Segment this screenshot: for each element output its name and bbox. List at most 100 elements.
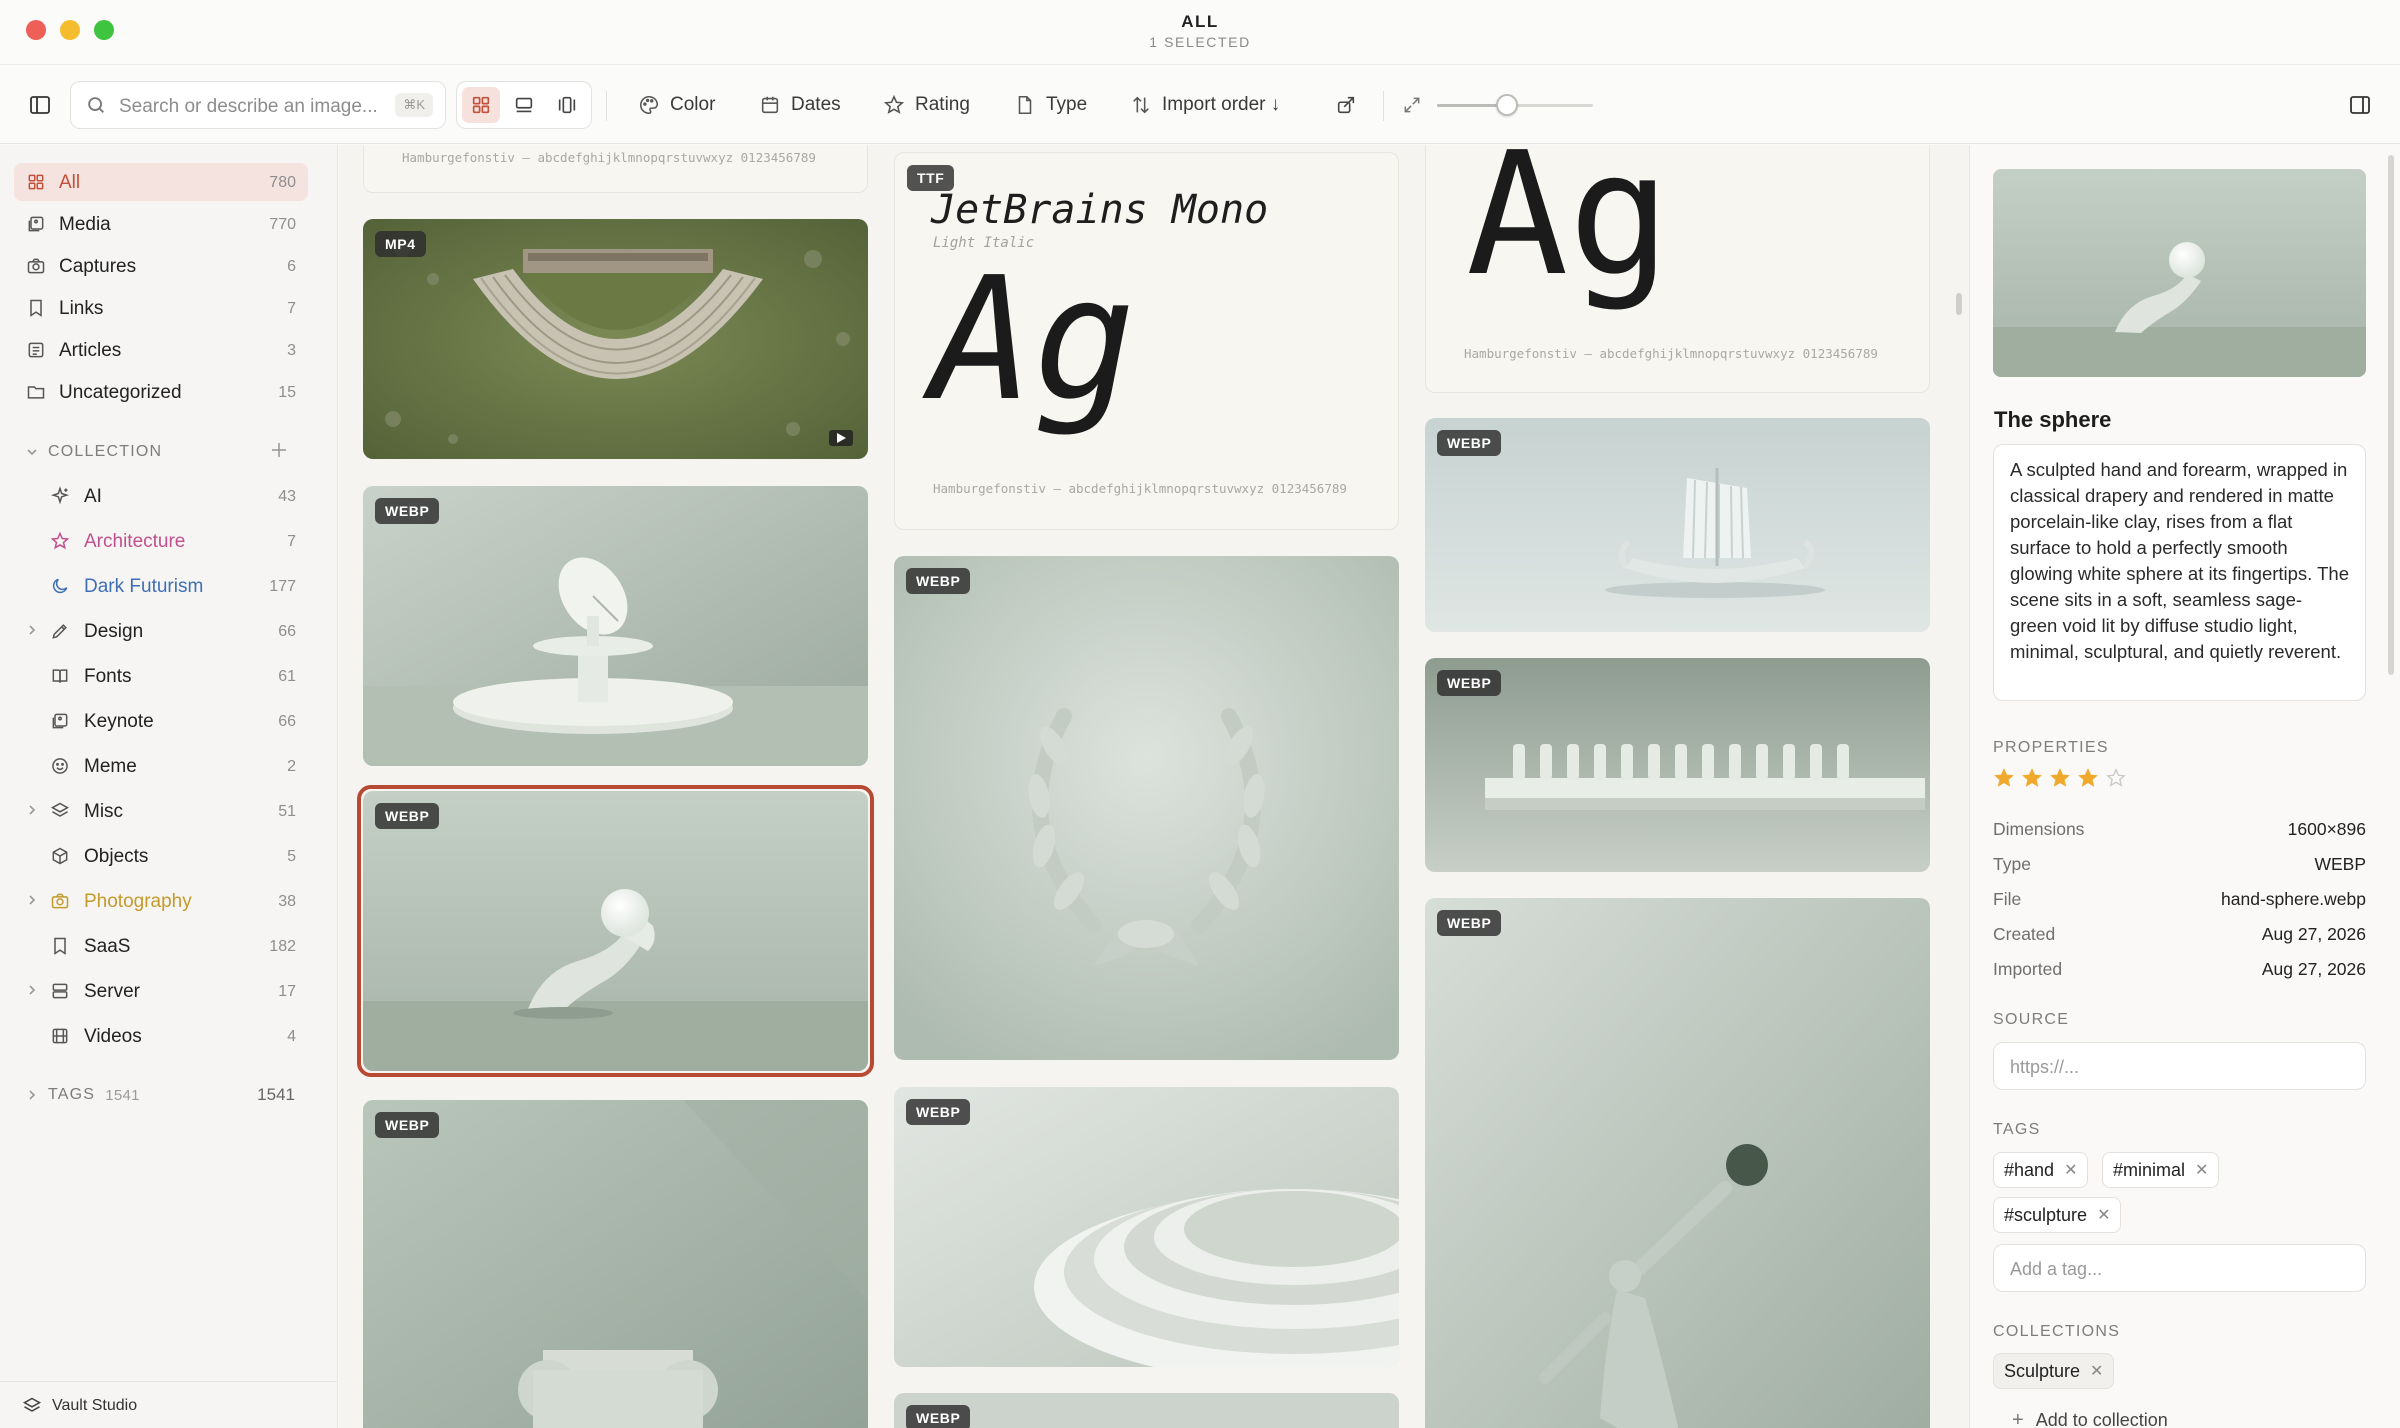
sidebar-item-label: All — [59, 172, 81, 193]
close-icon[interactable]: ✕ — [2195, 1160, 2208, 1180]
fit-zoom-button[interactable] — [1394, 87, 1430, 123]
toolbar-divider — [606, 91, 607, 121]
close-icon[interactable]: ✕ — [2090, 1361, 2103, 1381]
font-card[interactable]: Ag Hamburgefonstiv — abcdefghijklmnopqrs… — [1425, 145, 1930, 393]
workspace-switcher[interactable]: Vault Studio — [0, 1381, 338, 1428]
chevron-right-icon[interactable] — [26, 983, 40, 997]
media-card[interactable]: WEBP — [1425, 658, 1930, 872]
property-value: WEBP — [2314, 854, 2366, 874]
chevron-right-icon[interactable] — [26, 623, 40, 637]
dates-filter-button[interactable]: Dates — [759, 87, 841, 123]
collection-item-meme[interactable]: Meme 2 — [26, 746, 308, 786]
collection-chip[interactable]: Sculpture ✕ — [1993, 1353, 2115, 1389]
sidebar-item-uncategorized[interactable]: Uncategorized 15 — [14, 373, 308, 411]
star-filled-icon[interactable] — [2049, 767, 2071, 789]
item-title[interactable]: The sphere — [1994, 407, 2111, 433]
collection-item-design[interactable]: Design 66 — [26, 611, 308, 651]
sort-button[interactable]: Import order ↓ — [1130, 87, 1280, 123]
collection-item-fonts[interactable]: Fonts 61 — [26, 656, 308, 696]
add-tag-input[interactable]: Add a tag... — [1993, 1244, 2366, 1292]
star-empty-icon[interactable] — [2105, 767, 2127, 789]
type-filter-label: Type — [1046, 94, 1088, 115]
inspector-panel: The sphere A sculpted hand and forearm, … — [1969, 145, 2400, 1428]
tag-chip[interactable]: #hand ✕ — [1993, 1152, 2089, 1188]
media-card[interactable]: WEBP — [894, 1087, 1399, 1367]
close-icon[interactable]: ✕ — [2097, 1205, 2110, 1225]
sidebar-item-count: 780 — [269, 174, 296, 191]
sidebar-item-count: 770 — [269, 216, 296, 233]
media-card[interactable]: WEBP — [1425, 898, 1930, 1428]
collection-item-saas[interactable]: SaaS 182 — [26, 926, 308, 966]
rating-filter-button[interactable]: Rating — [883, 87, 970, 123]
media-card[interactable]: WEBP — [363, 486, 868, 766]
sidebar-item-label: Articles — [59, 340, 122, 361]
source-url-input[interactable]: https://... — [1993, 1042, 2366, 1090]
collection-item-objects[interactable]: Objects 5 — [26, 836, 308, 876]
property-key: Dimensions — [1993, 819, 2085, 839]
preview-thumbnail[interactable] — [1993, 169, 2366, 377]
chevron-right-icon[interactable] — [26, 893, 40, 907]
column-view-button[interactable] — [548, 87, 586, 123]
media-card[interactable]: MP4 — [363, 219, 868, 459]
media-card[interactable]: WEBP — [894, 1393, 1399, 1428]
star-filled-icon[interactable] — [2021, 767, 2043, 789]
type-filter-button[interactable]: Type — [1014, 87, 1087, 123]
font-card[interactable]: Hamburgefonstiv — abcdefghijklmnopqrstuv… — [363, 145, 868, 193]
tags-count: 1541 — [257, 1085, 295, 1104]
source-header: SOURCE — [1993, 1011, 2070, 1028]
pen-icon — [50, 621, 70, 641]
add-collection-icon[interactable] — [268, 439, 290, 461]
media-card[interactable]: WEBP — [894, 556, 1399, 1060]
description-textarea[interactable]: A sculpted hand and forearm, wrapped in … — [1993, 444, 2366, 701]
sidebar-item-captures[interactable]: Captures 6 — [14, 247, 308, 285]
rows-icon — [515, 97, 533, 113]
tags-section-header[interactable]: TAGS 1541 — [26, 1086, 296, 1104]
font-card[interactable]: JetBrains Mono Light Italic Ag Hamburgef… — [894, 152, 1399, 530]
plus-icon: + — [2012, 1409, 2024, 1428]
close-icon[interactable]: ✕ — [2064, 1160, 2077, 1180]
collection-item-videos[interactable]: Videos 4 — [26, 1016, 308, 1056]
sidebar-item-articles[interactable]: Articles 3 — [14, 331, 308, 369]
sidebar-toggle-icon[interactable] — [22, 87, 58, 123]
collection-item-ai[interactable]: AI 43 — [26, 476, 308, 516]
collection-section-header[interactable]: COLLECTION — [26, 443, 162, 461]
collection-item-server[interactable]: Server 17 — [26, 971, 308, 1011]
sidebar-item-links[interactable]: Links 7 — [14, 289, 308, 327]
discus-thrower-image — [1425, 898, 1930, 1428]
color-filter-button[interactable]: Color — [638, 87, 715, 123]
zoom-slider-thumb[interactable] — [1496, 94, 1519, 116]
collection-item-label: Dark Futurism — [84, 576, 204, 597]
frieze-figure — [1783, 744, 1795, 780]
inspector-scrollbar[interactable] — [2388, 145, 2394, 1428]
inspector-toggle-icon[interactable] — [2342, 87, 2378, 123]
media-card[interactable]: WEBP — [363, 1100, 868, 1428]
star-filled-icon[interactable] — [2077, 767, 2099, 789]
property-key: File — [1993, 889, 2022, 909]
grid-view-button[interactable] — [462, 87, 500, 123]
tag-chip[interactable]: #minimal ✕ — [2102, 1152, 2220, 1188]
property-row-file: File hand-sphere.webp — [1993, 885, 2366, 915]
tag-chip-label: #sculpture — [2004, 1204, 2088, 1225]
sidebar-item-count: 15 — [278, 384, 296, 401]
collection-item-architecture[interactable]: Architecture 7 — [26, 521, 308, 561]
media-card[interactable]: WEBP — [1425, 418, 1930, 632]
sidebar-item-media[interactable]: Media 770 — [14, 205, 308, 243]
properties-header: PROPERTIES — [1993, 739, 2109, 756]
layers-icon — [22, 1397, 42, 1412]
font-specimen-text: Hamburgefonstiv — abcdefghijklmnopqrstuv… — [1464, 346, 1878, 361]
gallery-scrollbar-thumb[interactable] — [1956, 293, 1962, 315]
share-button[interactable] — [1328, 87, 1364, 123]
collection-item-dark-futurism[interactable]: Dark Futurism 177 — [26, 566, 308, 606]
search-placeholder: Search or describe an image... — [119, 96, 378, 117]
collection-item-keynote[interactable]: Keynote 66 — [26, 701, 308, 741]
collection-item-misc[interactable]: Misc 51 — [26, 791, 308, 831]
search-input[interactable]: Search or describe an image... ⌘K — [70, 81, 446, 129]
chevron-right-icon[interactable] — [26, 803, 40, 817]
star-filled-icon[interactable] — [1993, 767, 2015, 789]
file-type-badge: WEBP — [906, 568, 971, 594]
add-to-collection-button[interactable]: + Add to collection — [2012, 1409, 2168, 1428]
list-view-button[interactable] — [505, 87, 543, 123]
sidebar-item-all[interactable]: All 780 — [14, 163, 308, 201]
collection-item-photography[interactable]: Photography 38 — [26, 881, 308, 921]
tag-chip[interactable]: #sculpture ✕ — [1993, 1197, 2122, 1233]
